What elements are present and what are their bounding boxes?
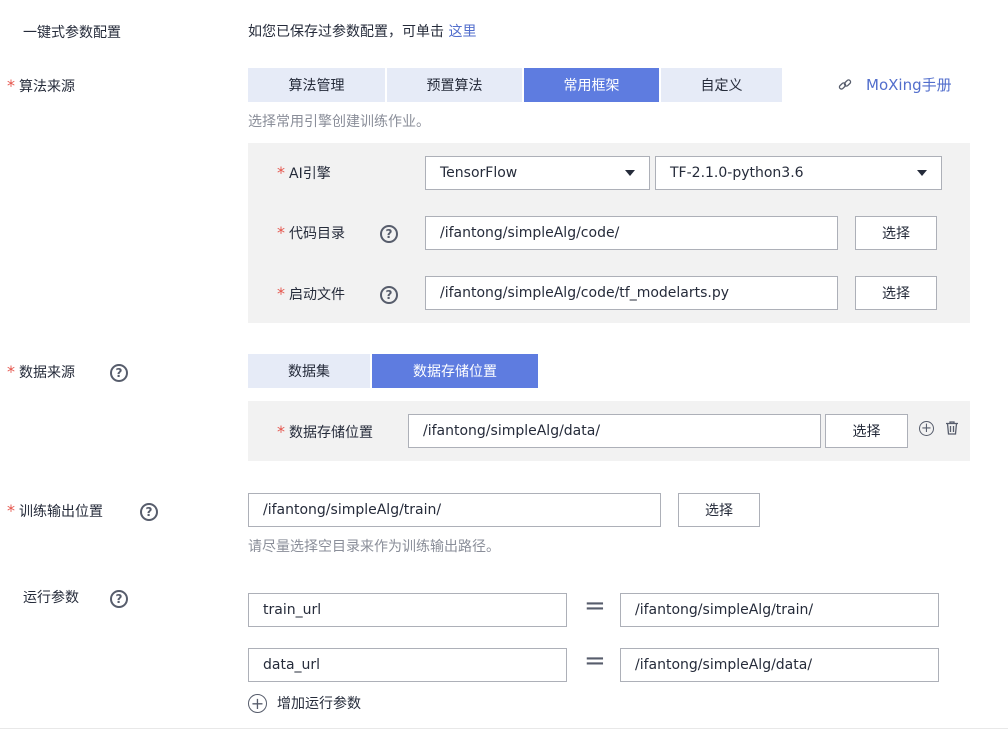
equals-sign: = — [584, 591, 606, 621]
ai-engine-value: TensorFlow — [440, 165, 518, 181]
ai-engine-label: * AI引擎 — [277, 163, 331, 184]
caret-down-icon — [917, 170, 927, 176]
engine-version-select[interactable]: TF-2.1.0-python3.6 — [655, 156, 942, 190]
train-output-label: * 训练输出位置 — [7, 501, 103, 522]
engine-version-value: TF-2.1.0-python3.6 — [670, 165, 804, 181]
param-key-input[interactable]: train_url — [248, 593, 567, 627]
boot-file-select-button[interactable]: 选择 — [855, 276, 937, 310]
train-output-hint: 请尽量选择空目录来作为训练输出路径。 — [248, 539, 500, 555]
algo-source-label: * 算法来源 — [7, 76, 75, 97]
train-output-input[interactable]: /ifantong/simpleAlg/train/ — [248, 493, 661, 527]
boot-file-input[interactable]: /ifantong/simpleAlg/code/tf_modelarts.py — [425, 276, 838, 310]
tab-custom[interactable]: 自定义 — [661, 68, 782, 102]
tab-common-framework[interactable]: 常用框架 — [524, 68, 659, 102]
trash-icon[interactable] — [944, 420, 960, 436]
required-asterisk: * — [277, 284, 285, 303]
moxing-manual-link[interactable]: MoXing手册 — [838, 74, 952, 95]
caret-down-icon — [625, 170, 635, 176]
param-key-input[interactable]: data_url — [248, 648, 567, 682]
required-asterisk: * — [277, 223, 285, 242]
algo-source-hint: 选择常用引擎创建训练作业。 — [248, 114, 430, 130]
boot-file-help-icon[interactable]: ? — [380, 286, 398, 304]
required-asterisk: * — [277, 163, 285, 182]
required-asterisk: * — [7, 362, 15, 381]
ai-engine-select[interactable]: TensorFlow — [425, 156, 650, 190]
ai-engine-label-text: AI引擎 — [289, 166, 331, 182]
param-value-input[interactable]: /ifantong/simpleAlg/train/ — [620, 593, 939, 627]
one-click-config-label: 一键式参数配置 — [23, 25, 121, 41]
tab-dataset[interactable]: 数据集 — [248, 354, 370, 388]
code-dir-help-icon[interactable]: ? — [380, 225, 398, 243]
algo-source-tabs: 算法管理 预置算法 常用框架 自定义 — [248, 68, 784, 102]
algo-source-label-text: 算法来源 — [19, 79, 75, 95]
data-storage-label-text: 数据存储位置 — [289, 425, 373, 441]
code-dir-select-button[interactable]: 选择 — [855, 216, 937, 250]
train-output-help-icon[interactable]: ? — [140, 503, 158, 521]
add-run-param-button[interactable]: + 增加运行参数 — [248, 693, 361, 713]
one-click-prompt-text: 如您已保存过参数配置，可单击 — [248, 24, 444, 40]
code-dir-label: * 代码目录 — [277, 223, 345, 244]
required-asterisk: * — [7, 76, 15, 95]
bottom-divider — [0, 728, 1008, 729]
required-asterisk: * — [7, 501, 15, 520]
train-output-select-button[interactable]: 选择 — [678, 493, 760, 527]
add-run-param-label: 增加运行参数 — [277, 696, 361, 712]
equals-sign: = — [584, 646, 606, 676]
run-params-label: 运行参数 — [23, 590, 79, 606]
data-source-help-icon[interactable]: ? — [110, 364, 128, 382]
link-icon — [838, 78, 852, 90]
required-asterisk: * — [277, 422, 285, 441]
data-source-label-text: 数据来源 — [19, 365, 75, 381]
saved-config-link[interactable]: 这里 — [448, 24, 476, 40]
one-click-config-prompt: 如您已保存过参数配置，可单击 这里 — [248, 22, 476, 42]
data-storage-select-button[interactable]: 选择 — [825, 414, 908, 448]
tab-preset-algo[interactable]: 预置算法 — [387, 68, 522, 102]
data-source-label: * 数据来源 — [7, 362, 75, 383]
code-dir-input[interactable]: /ifantong/simpleAlg/code/ — [425, 216, 838, 250]
data-storage-input[interactable]: /ifantong/simpleAlg/data/ — [408, 414, 821, 448]
boot-file-label: * 启动文件 — [277, 284, 345, 305]
data-storage-label: * 数据存储位置 — [277, 422, 373, 443]
boot-file-label-text: 启动文件 — [289, 287, 345, 303]
run-params-help-icon[interactable]: ? — [110, 590, 128, 608]
add-circle-icon: + — [248, 693, 267, 713]
code-dir-label-text: 代码目录 — [289, 226, 345, 242]
add-circle-icon[interactable]: + — [919, 421, 934, 436]
tab-data-storage[interactable]: 数据存储位置 — [372, 354, 538, 388]
train-output-label-text: 训练输出位置 — [19, 504, 103, 520]
tab-algo-management[interactable]: 算法管理 — [248, 68, 385, 102]
moxing-manual-text: MoXing手册 — [866, 76, 952, 94]
param-value-input[interactable]: /ifantong/simpleAlg/data/ — [620, 648, 939, 682]
data-source-tabs: 数据集 数据存储位置 — [248, 354, 540, 388]
